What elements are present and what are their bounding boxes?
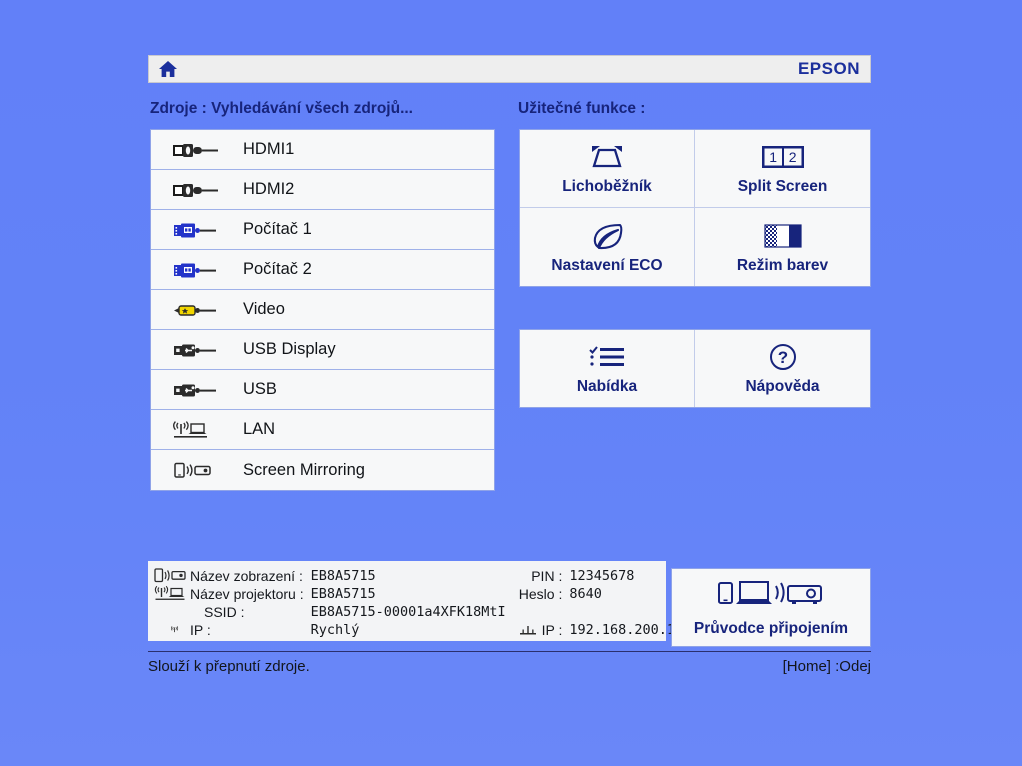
source-item-hdmi2[interactable]: HDMI2 — [151, 170, 494, 210]
svg-text:1: 1 — [769, 149, 777, 165]
wireless-ip-label: IP : — [190, 621, 211, 638]
sources-caption: Zdroje : Vyhledávání všech zdrojů... — [150, 100, 413, 117]
epson-logo: EPSON — [797, 59, 860, 78]
wizard-label: Průvodce připojením — [693, 620, 849, 637]
split-screen-icon: 1 2 — [761, 146, 804, 168]
ssid-value: EB8A5715-00001a4XFK18MtI — [310, 603, 506, 620]
help-question-icon: ? — [768, 341, 798, 373]
function-label: Nastavení ECO — [551, 256, 663, 274]
source-label: Počítač 1 — [243, 220, 312, 238]
function-tile-eco-settings[interactable]: Nastavení ECO — [520, 208, 695, 286]
keystone-trapezoid-icon — [579, 141, 635, 173]
svg-text:?: ? — [777, 348, 787, 367]
function-tile-keystone[interactable]: Lichoběžník — [520, 130, 695, 208]
footer-exit-hint: [Home] :Odej — [782, 658, 871, 675]
function-tile-split-screen[interactable]: 1 2 Split Screen — [695, 130, 870, 208]
password-label: Heslo : — [518, 585, 563, 602]
function-tile-help[interactable]: ? Nápověda — [695, 330, 870, 407]
source-list: HDMI1 HDMI2 Počítač 1 Počítač 2 Video US… — [150, 129, 495, 491]
function-tile-menu[interactable]: Nabídka — [520, 330, 695, 407]
lan-wireless-laptop-icon — [157, 420, 243, 440]
devices-to-projector-icon — [716, 577, 826, 614]
function-tile-color-mode[interactable]: Režim barev — [695, 208, 870, 286]
menu-list-icon — [585, 341, 629, 373]
footer-divider — [148, 651, 871, 652]
projector-name-label: Název projektoru : — [190, 585, 304, 602]
function-label: Režim barev — [736, 256, 829, 274]
hdmi-connector-icon — [157, 181, 243, 199]
connection-wizard-button[interactable]: Průvodce připojením — [671, 568, 871, 647]
function-label: Lichoběžník — [562, 178, 652, 195]
source-item-computer2[interactable]: Počítač 2 — [151, 250, 494, 290]
hdmi-connector-icon — [157, 141, 243, 159]
network-info-panel: Název zobrazení : EB8A5715 PIN : 1234567… — [148, 561, 691, 641]
wireless-ip-value: Rychlý — [310, 621, 360, 638]
source-item-usb[interactable]: USB — [151, 370, 494, 410]
source-label: Video — [243, 300, 285, 318]
home-icon[interactable] — [157, 59, 179, 79]
projector-home-screen: EPSON Zdroje : Vyhledávání všech zdrojů.… — [0, 0, 1022, 766]
function-label: Split Screen — [737, 178, 828, 195]
footer-bar: Slouží k přepnutí zdroje. [Home] :Odej — [148, 658, 871, 675]
source-item-screen-mirroring[interactable]: Screen Mirroring — [151, 450, 494, 490]
lan-wireless-laptop-icon — [154, 585, 188, 602]
function-label: Nabídka — [576, 378, 638, 395]
source-label: USB — [243, 380, 277, 398]
function-label: Nápověda — [745, 378, 820, 395]
display-name-value: EB8A5715 — [310, 567, 376, 584]
usb-connector-icon — [157, 381, 243, 399]
source-item-video[interactable]: Video — [151, 290, 494, 330]
svg-text:2: 2 — [788, 149, 796, 165]
source-item-lan[interactable]: LAN — [151, 410, 494, 450]
display-name-label: Název zobrazení : — [190, 567, 303, 584]
pin-label: PIN : — [531, 567, 563, 584]
source-item-computer1[interactable]: Počítač 1 — [151, 210, 494, 250]
source-label: LAN — [243, 420, 276, 438]
useful-functions-grid: Lichoběžník 1 2 Split Screen Nastavení E… — [519, 129, 871, 287]
source-label: HDMI2 — [243, 180, 295, 198]
vga-computer-connector-icon — [157, 221, 243, 239]
footer-hint: Slouží k přepnutí zdroje. — [148, 658, 310, 675]
source-label: Screen Mirroring — [243, 460, 365, 479]
source-label: HDMI1 — [243, 140, 295, 158]
eco-leaf-icon — [585, 220, 629, 252]
screen-mirroring-icon — [157, 461, 243, 479]
ssid-label: SSID : — [204, 603, 245, 620]
vga-computer-connector-icon — [157, 261, 243, 279]
screen-mirroring-icon — [154, 567, 188, 584]
wired-ip-label: IP : — [506, 621, 563, 638]
source-label: USB Display — [243, 340, 336, 358]
wired-lan-icon — [519, 625, 536, 634]
functions-caption: Užitečné funkce : — [518, 100, 646, 117]
rca-video-connector-icon — [157, 301, 243, 319]
secondary-functions-grid: Nabídka ? Nápověda — [519, 329, 871, 408]
wired-ip-label-text: IP : — [541, 621, 563, 638]
source-item-usb-display[interactable]: USB Display — [151, 330, 494, 370]
title-bar: EPSON — [148, 55, 871, 83]
wifi-antenna-icon — [154, 621, 188, 638]
usb-connector-icon — [157, 341, 243, 359]
source-item-hdmi1[interactable]: HDMI1 — [151, 130, 494, 170]
source-label: Počítač 2 — [243, 260, 312, 278]
projector-name-value: EB8A5715 — [310, 585, 376, 602]
color-mode-icon — [762, 220, 804, 252]
